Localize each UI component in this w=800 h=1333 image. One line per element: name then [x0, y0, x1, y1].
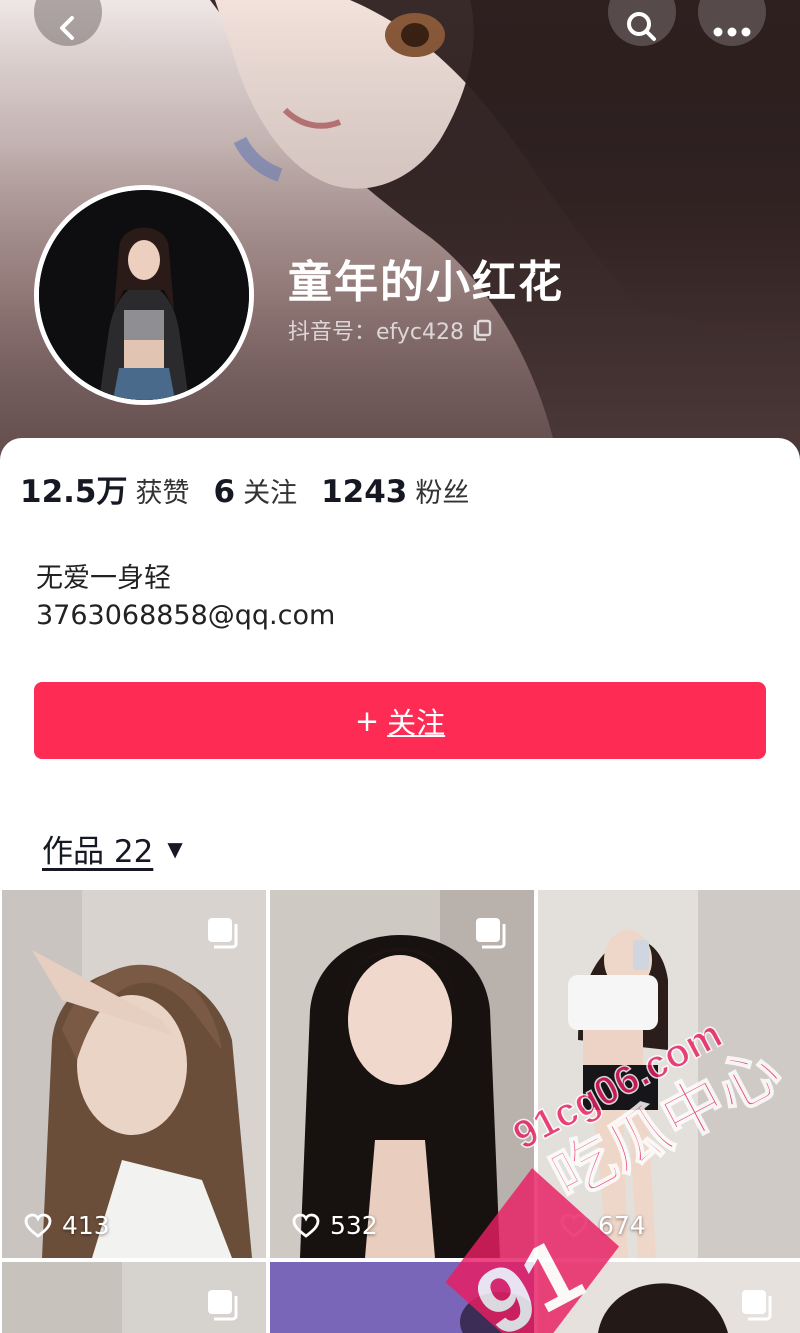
bio-text: 无爱一身轻 — [36, 563, 171, 594]
profile-card: 12.5万 获赞 6 关注 1243 粉丝 无爱一身轻 3763068858@q… — [0, 438, 800, 878]
followers-label: 粉丝 — [415, 478, 470, 509]
more-icon — [713, 27, 751, 37]
thumbnail-image — [270, 1262, 534, 1333]
copy-icon[interactable] — [472, 319, 492, 341]
like-count: 674 — [560, 1211, 646, 1240]
avatar-photo — [39, 190, 249, 400]
video-thumbnail[interactable] — [270, 1262, 534, 1333]
dropdown-arrow-icon: ▼ — [167, 836, 183, 861]
tab-works-label: 作品 22 — [42, 834, 154, 870]
profile-banner: 童年的小红花 抖音号：efyc428 — [0, 0, 800, 470]
search-icon — [627, 12, 656, 41]
video-grid: 413 532 674 — [0, 890, 800, 1333]
video-thumbnail[interactable]: 413 — [2, 890, 266, 1258]
heart-icon — [24, 1213, 52, 1238]
avatar[interactable] — [34, 185, 254, 405]
plus-icon: + — [354, 703, 380, 738]
follow-button-label: 关注 — [387, 705, 446, 740]
nickname: 童年的小红花 — [288, 257, 564, 308]
like-count: 413 — [24, 1211, 110, 1240]
video-thumbnail[interactable]: 674 — [538, 890, 800, 1258]
likes-label: 获赞 — [135, 478, 190, 509]
heart-icon — [292, 1213, 320, 1238]
video-thumbnail[interactable] — [2, 1262, 266, 1333]
multi-image-icon — [208, 918, 238, 949]
video-thumbnail[interactable] — [538, 1262, 800, 1333]
like-count: 532 — [292, 1211, 378, 1240]
multi-image-icon — [208, 1290, 238, 1321]
following-label: 关注 — [243, 478, 298, 509]
back-icon — [60, 16, 74, 40]
thumbnail-image — [538, 890, 800, 1258]
video-thumbnail[interactable]: 532 — [270, 890, 534, 1258]
douyin-id[interactable]: 抖音号：efyc428 — [288, 314, 492, 346]
heart-icon — [560, 1213, 588, 1238]
tab-works[interactable]: 作品 22 ▼ — [42, 826, 183, 871]
followers-count[interactable]: 1243 — [321, 474, 407, 510]
multi-image-icon — [742, 1290, 772, 1321]
stats-row: 12.5万 获赞 6 关注 1243 粉丝 — [20, 466, 493, 511]
multi-image-icon — [476, 918, 506, 949]
like-count-text: 532 — [330, 1211, 378, 1240]
follow-button[interactable]: + 关注 — [34, 682, 766, 759]
email-text: 3763068858@qq.com — [36, 600, 336, 631]
following-count[interactable]: 6 — [214, 474, 236, 510]
like-count-text: 674 — [598, 1211, 646, 1240]
likes-count[interactable]: 12.5万 — [20, 466, 128, 511]
like-count-text: 413 — [62, 1211, 110, 1240]
douyin-id-text: 抖音号：efyc428 — [288, 320, 465, 345]
